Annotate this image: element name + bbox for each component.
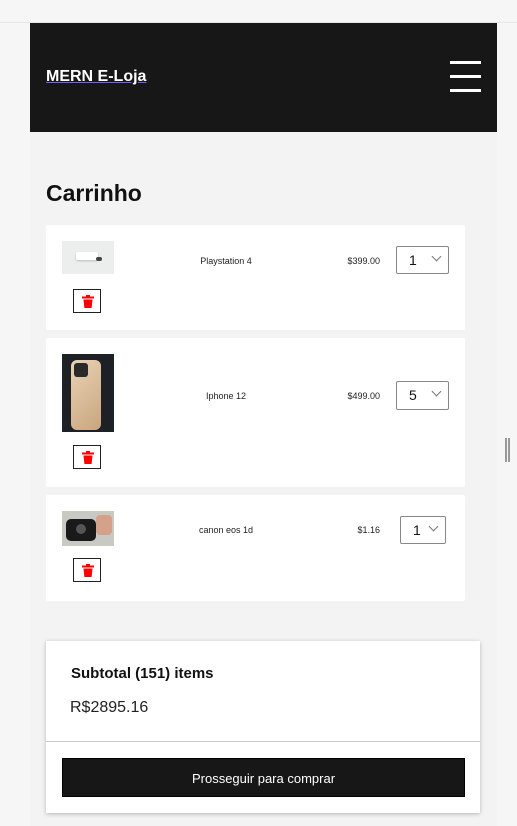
scrollbar-handle[interactable] xyxy=(505,438,510,462)
trash-icon xyxy=(82,564,94,577)
cart-item-playstation: Playstation 4 $399.00 1 xyxy=(46,225,465,330)
delete-button[interactable] xyxy=(73,289,101,313)
product-price: $399.00 xyxy=(347,256,380,266)
chevron-down-icon xyxy=(431,386,442,397)
subtotal-value: R$2895.16 xyxy=(70,699,149,716)
delete-button[interactable] xyxy=(73,445,101,469)
product-name: canon eos 1d xyxy=(198,525,254,535)
page-title: Carrinho xyxy=(46,180,142,206)
browser-strip xyxy=(0,0,517,23)
quantity-select[interactable]: 1 xyxy=(400,516,446,544)
hamburger-menu-icon[interactable] xyxy=(450,61,481,93)
navbar: MERN E-Loja xyxy=(30,23,497,132)
brand-link[interactable]: MERN E-Loja xyxy=(46,68,146,86)
product-name: Playstation 4 xyxy=(200,256,252,266)
page: MERN E-Loja Carrinho Playstation 4 $399.… xyxy=(30,23,497,826)
cart-item-canon: canon eos 1d $1.16 1 xyxy=(46,495,465,601)
chevron-down-icon xyxy=(431,251,442,262)
product-price: $1.16 xyxy=(357,525,380,535)
product-image-canon xyxy=(62,511,114,546)
delete-button[interactable] xyxy=(73,558,101,582)
trash-icon xyxy=(82,451,94,464)
subtotal-label: Subtotal (151) items xyxy=(71,665,214,682)
cart-summary: Subtotal (151) items R$2895.16 Prossegui… xyxy=(46,641,480,813)
product-image-playstation xyxy=(62,241,114,274)
cart-item-iphone: Iphone 12 $499.00 5 xyxy=(46,338,465,487)
checkout-button[interactable]: Prosseguir para comprar xyxy=(62,758,465,797)
quantity-select[interactable]: 1 xyxy=(396,246,449,274)
product-image-iphone xyxy=(62,354,114,432)
chevron-down-icon xyxy=(428,521,439,532)
trash-icon xyxy=(82,295,94,308)
product-price: $499.00 xyxy=(347,391,380,401)
divider xyxy=(46,741,480,742)
product-name: Iphone 12 xyxy=(205,391,247,401)
quantity-select[interactable]: 5 xyxy=(396,381,449,410)
